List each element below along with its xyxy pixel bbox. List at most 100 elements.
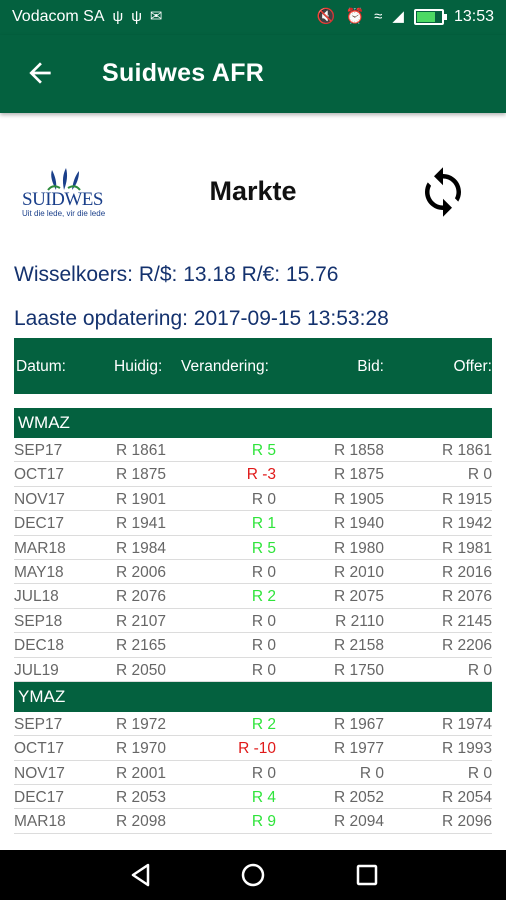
cell-current: R 2001 <box>116 764 166 782</box>
cell-change: R 9 <box>251 813 276 831</box>
cell-bid: R 2010 <box>334 563 384 581</box>
cell-change: R 5 <box>251 442 276 459</box>
usb-debug-icon: ψ <box>131 8 142 25</box>
cell-date: NOV17 <box>14 764 65 782</box>
cell-change: R -3 <box>246 466 276 484</box>
cell-current: R 2050 <box>116 661 166 679</box>
table-row: SEP17 R 1861 R 5 R 1858 R 1861 <box>14 438 492 463</box>
cell-offer: R 2076 <box>442 588 492 606</box>
nav-back-icon[interactable] <box>128 862 154 888</box>
cell-current: R 1941 <box>116 515 166 533</box>
cell-change: R 0 <box>251 764 276 782</box>
cell-bid: R 2052 <box>334 789 384 807</box>
cell-change: R 4 <box>251 789 276 807</box>
cell-current: R 2053 <box>116 789 166 807</box>
cell-date: SEP17 <box>14 715 63 733</box>
cell-bid: R 1967 <box>334 715 384 733</box>
cell-bid: R 1875 <box>334 466 384 484</box>
cell-offer: R 2096 <box>442 813 492 831</box>
table-row: NOV17 R 2001 R 0 R 0 R 0 <box>14 761 492 786</box>
table-row: MAR18 R 1984 R 5 R 1980 R 1981 <box>14 536 492 560</box>
cell-change: R 0 <box>251 637 276 655</box>
table-row: OCT17 R 1970 R -10 R 1977 R 1993 <box>14 736 492 761</box>
table-row: SEP17 R 1972 R 2 R 1967 R 1974 <box>14 712 492 737</box>
nav-recents-icon[interactable] <box>354 862 380 888</box>
cell-current: R 1970 <box>116 740 166 758</box>
cell-bid: R 1905 <box>334 490 384 508</box>
cell-current: R 1875 <box>116 466 166 484</box>
cell-bid: R 1977 <box>334 740 384 758</box>
mute-icon: 🔇 <box>316 8 336 25</box>
cell-date: JUL18 <box>14 588 59 606</box>
table-header: Datum: Huidig: Verandering: Bid: Offer: <box>14 338 492 394</box>
table-row: DEC17 R 1941 R 1 R 1940 R 1942 <box>14 511 492 536</box>
cell-bid: R 1980 <box>334 539 384 557</box>
cell-offer: R 1974 <box>442 715 492 733</box>
last-update-text: Laaste opdatering: 2017-09-15 13:53:28 <box>14 307 389 330</box>
cell-change: R 0 <box>251 612 276 630</box>
cell-current: R 1861 <box>116 442 166 459</box>
cell-bid: R 2075 <box>334 588 384 606</box>
nav-home-icon[interactable] <box>240 862 266 888</box>
cell-change: R -10 <box>238 740 276 758</box>
cell-change: R 0 <box>251 661 276 679</box>
cell-bid: R 2110 <box>335 612 384 630</box>
cell-date: DEC17 <box>14 515 64 533</box>
cell-current: R 1901 <box>116 490 166 508</box>
cell-change: R 0 <box>251 563 276 581</box>
table-row: MAR18 R 2098 R 9 R 2094 R 2096 <box>14 809 492 834</box>
cell-current: R 2107 <box>116 612 166 630</box>
cell-offer: R 2206 <box>442 637 492 655</box>
usb-icon: ψ <box>112 8 124 25</box>
col-current: Huidig: <box>114 358 163 375</box>
carrier-name: Vodacom SA <box>12 8 105 25</box>
cell-offer: R 1915 <box>442 490 492 508</box>
alarm-icon: ⏰ <box>345 8 365 25</box>
cell-current: R 2076 <box>116 588 166 606</box>
mail-icon: ✉ <box>149 8 163 25</box>
cell-date: MAY18 <box>14 563 64 581</box>
section-header: WMAZ <box>14 408 492 438</box>
status-bar: Vodacom SA ψ ψ ✉ 🔇 ⏰ ≈ ◢ 13:53 <box>0 0 506 35</box>
page-header: SUIDWES Uit die lede, vir die lede Markt… <box>0 150 506 240</box>
app-bar: Suidwes AFR <box>0 35 506 113</box>
cell-date: DEC18 <box>14 637 64 655</box>
cell-change: R 1 <box>251 515 276 533</box>
refresh-icon[interactable] <box>416 162 470 222</box>
table-row: DEC17 R 2053 R 4 R 2052 R 2054 <box>14 785 492 810</box>
table-row: JUL19 R 2050 R 0 R 1750 R 0 <box>14 658 492 682</box>
cell-date: MAR18 <box>14 813 66 831</box>
cell-date: JUL19 <box>14 661 59 679</box>
cell-current: R 2165 <box>116 637 166 655</box>
cell-current: R 1972 <box>116 715 166 733</box>
cell-current: R 2006 <box>116 563 166 581</box>
app-title: Suidwes AFR <box>102 59 265 87</box>
market-table: WMAZ SEP17 R 1861 R 5 R 1858 R 1861 OCT17 R 187… <box>14 408 492 834</box>
cell-current: R 2098 <box>116 813 166 831</box>
cell-change: R 0 <box>251 490 276 508</box>
battery-icon <box>413 9 447 25</box>
col-change: Verandering: <box>181 358 269 375</box>
cell-date: DEC17 <box>14 789 64 807</box>
cell-date: OCT17 <box>14 740 64 758</box>
cell-bid: R 2158 <box>334 637 384 655</box>
cell-offer: R 2016 <box>442 563 492 581</box>
cell-date: SEP18 <box>14 612 63 630</box>
cell-date: OCT17 <box>14 466 64 484</box>
col-date: Datum: <box>16 358 66 375</box>
nav-bar <box>0 850 506 900</box>
cell-bid: R 0 <box>359 764 384 782</box>
cell-offer: R 0 <box>467 661 492 679</box>
table-row: NOV17 R 1901 R 0 R 1905 R 1915 <box>14 487 492 512</box>
cell-offer: R 0 <box>467 764 492 782</box>
cell-change: R 5 <box>251 539 276 557</box>
cell-offer: R 1993 <box>442 740 492 758</box>
table-row: SEP18 R 2107 R 0 R 2110 R 2145 <box>14 609 492 634</box>
cell-bid: R 2094 <box>334 813 384 831</box>
wifi-icon: ≈ <box>374 8 383 25</box>
clock: 13:53 <box>453 8 494 25</box>
table-row: OCT17 R 1875 R -3 R 1875 R 0 <box>14 462 492 487</box>
cell-date: SEP17 <box>14 442 63 459</box>
back-arrow-icon[interactable] <box>24 57 56 89</box>
cell-offer: R 1861 <box>442 442 492 459</box>
